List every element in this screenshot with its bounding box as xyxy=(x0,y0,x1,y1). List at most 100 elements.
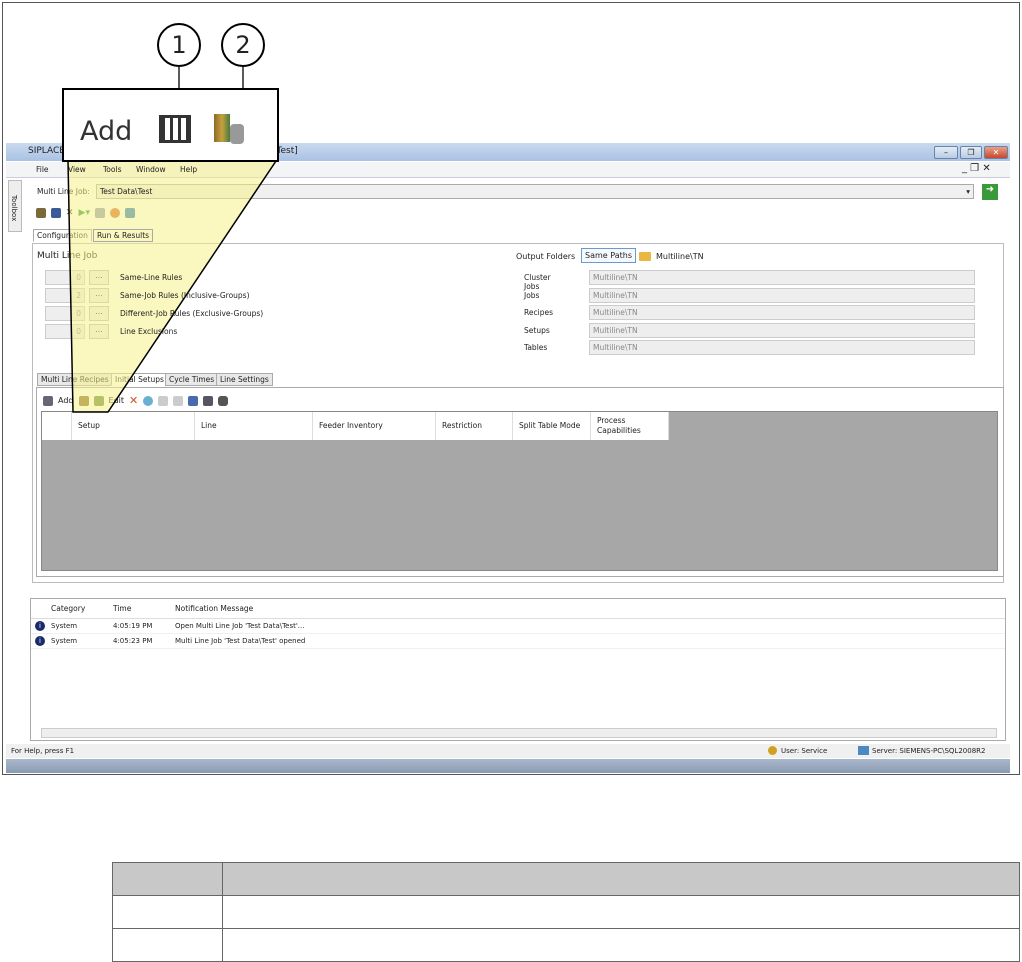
rule-label: Line Exclusions xyxy=(120,327,178,336)
print-icon[interactable] xyxy=(218,395,229,406)
log-header: Category Time Notification Message xyxy=(31,599,1005,619)
output-label: Tables xyxy=(524,343,548,353)
col-restriction[interactable]: Restriction xyxy=(436,412,513,440)
job-label: Multi Line Job: xyxy=(37,187,90,196)
status-bar: For Help, press F1 User: Service Server:… xyxy=(6,744,1010,758)
marker-1: 1 xyxy=(157,23,201,67)
run-icon[interactable]: ▶▾ xyxy=(79,208,90,218)
menu-window[interactable]: Window xyxy=(136,165,166,174)
tab-initial-setups[interactable]: Initial Setups xyxy=(111,373,168,386)
rule-edit-button[interactable]: ... xyxy=(89,288,109,303)
legend-cell xyxy=(112,862,223,896)
job-select[interactable]: Test Data\Test ▾ xyxy=(96,184,974,199)
add-setup-icon[interactable] xyxy=(78,395,89,406)
log-row[interactable]: i System 4:05:19 PM Open Multi Line Job … xyxy=(31,619,1005,634)
main-tabs: Configuration Run & Results xyxy=(33,229,233,243)
col-feeder-inventory[interactable]: Feeder Inventory xyxy=(313,412,436,440)
server-icon xyxy=(858,746,869,755)
close-icon[interactable]: ✕ xyxy=(66,208,74,218)
tree-icon[interactable] xyxy=(43,395,53,406)
location-icon[interactable] xyxy=(143,395,154,406)
marker-2: 2 xyxy=(221,23,265,67)
log-message: Open Multi Line Job 'Test Data\Test'... xyxy=(175,622,305,630)
output-field[interactable]: Multiline\TN xyxy=(589,287,975,303)
col-message[interactable]: Notification Message xyxy=(175,599,253,618)
row-header-corner xyxy=(42,412,72,440)
output-label: Setups xyxy=(524,325,550,335)
line-setup-large-icon xyxy=(214,114,230,142)
tag-icon[interactable] xyxy=(158,395,169,406)
info-icon: i xyxy=(35,636,45,646)
rule-edit-button[interactable]: ... xyxy=(89,306,109,321)
status-user: User: Service xyxy=(781,747,828,755)
tag-remove-icon[interactable] xyxy=(173,395,184,406)
col-split-table-mode[interactable]: Split Table Mode xyxy=(513,412,591,440)
multi-line-job-heading: Multi Line Job xyxy=(37,251,98,261)
col-line[interactable]: Line xyxy=(195,412,313,440)
output-field[interactable]: Multiline\TN xyxy=(589,270,975,285)
menu-view[interactable]: View xyxy=(68,165,86,174)
main-toolbar: ✕ ▶▾ xyxy=(36,208,135,218)
same-paths-button[interactable]: Same Paths xyxy=(581,248,636,263)
output-field[interactable]: Multiline\TN xyxy=(589,322,975,338)
tab-configuration[interactable]: Configuration xyxy=(33,229,92,242)
rule-count: 2 xyxy=(45,288,85,303)
minimize-button[interactable]: – xyxy=(934,146,958,159)
save-icon[interactable] xyxy=(51,208,61,218)
window-title: SIPLACE xyxy=(28,146,65,156)
col-time[interactable]: Time xyxy=(113,599,175,618)
toolbox-label: Toolbox xyxy=(10,195,18,222)
folder-icon[interactable] xyxy=(639,252,651,261)
col-setup[interactable]: Setup xyxy=(72,412,195,440)
toolbox-tab[interactable]: Toolbox xyxy=(8,180,22,232)
delete-icon[interactable]: ✕ xyxy=(129,394,138,407)
rule-edit-button[interactable]: ... xyxy=(89,270,109,285)
log-panel: Category Time Notification Message i Sys… xyxy=(30,598,1006,741)
add-button[interactable]: Add xyxy=(58,396,74,405)
col-category[interactable]: Category xyxy=(51,599,113,618)
tab-run-results[interactable]: Run & Results xyxy=(93,229,154,242)
list-icon[interactable] xyxy=(188,395,199,406)
menu-bar: File View Tools Window Help _ ❐ ✕ xyxy=(6,162,1010,178)
close-button[interactable]: ✕ xyxy=(984,146,1008,159)
menu-tools[interactable]: Tools xyxy=(103,165,121,174)
setups-toolbar: Add Edit ✕ xyxy=(43,394,229,407)
stop-icon[interactable] xyxy=(110,208,120,218)
report-icon[interactable] xyxy=(95,208,105,218)
chevron-down-icon: ▾ xyxy=(966,187,970,196)
optimize-icon[interactable] xyxy=(125,208,135,218)
callout-box: Add xyxy=(62,88,279,162)
rule-label: Same-Line Rules xyxy=(120,273,183,282)
add-line-setup-icon[interactable] xyxy=(93,395,104,406)
output-field[interactable]: Multiline\TN xyxy=(589,340,975,356)
output-path: Multiline\TN xyxy=(656,252,704,261)
rule-edit-button[interactable]: ... xyxy=(89,324,109,339)
output-field[interactable]: Multiline\TN xyxy=(589,305,975,321)
menu-file[interactable]: File xyxy=(36,165,49,174)
log-time: 4:05:23 PM xyxy=(113,637,153,645)
tab-multi-line-recipes[interactable]: Multi Line Recipes xyxy=(37,373,113,386)
rule-label: Different-Job Rules (Exclusive-Groups) xyxy=(120,309,264,318)
sub-tabs: Multi Line Recipes Initial Setups Cycle … xyxy=(37,373,277,387)
job-select-value: Test Data\Test xyxy=(100,187,153,196)
log-row[interactable]: i System 4:05:23 PM Multi Line Job 'Test… xyxy=(31,634,1005,649)
menu-help[interactable]: Help xyxy=(180,165,197,174)
tab-cycle-times[interactable]: Cycle Times xyxy=(165,373,219,386)
rule-count: 0 xyxy=(45,324,85,339)
rule-count: 0 xyxy=(45,270,85,285)
legend-cell xyxy=(222,895,1020,929)
legend-cell xyxy=(222,862,1020,896)
columns-icon[interactable] xyxy=(203,395,214,406)
go-button[interactable]: ➜ xyxy=(982,184,998,200)
add-setup-large-icon xyxy=(159,115,191,143)
restore-button[interactable]: ❐ xyxy=(960,146,982,159)
multi-line-icon[interactable] xyxy=(36,208,46,218)
grid-header: Setup Line Feeder Inventory Restriction … xyxy=(42,412,669,440)
horizontal-scrollbar[interactable] xyxy=(41,728,997,738)
mdi-controls[interactable]: _ ❐ ✕ xyxy=(962,163,991,174)
edit-button[interactable]: Edit xyxy=(109,396,125,405)
col-process-capabilities[interactable]: Process Capabilities xyxy=(591,412,669,440)
tab-line-settings[interactable]: Line Settings xyxy=(216,373,273,386)
output-label: Cluster Jobs xyxy=(524,273,551,291)
log-time: 4:05:19 PM xyxy=(113,622,153,630)
